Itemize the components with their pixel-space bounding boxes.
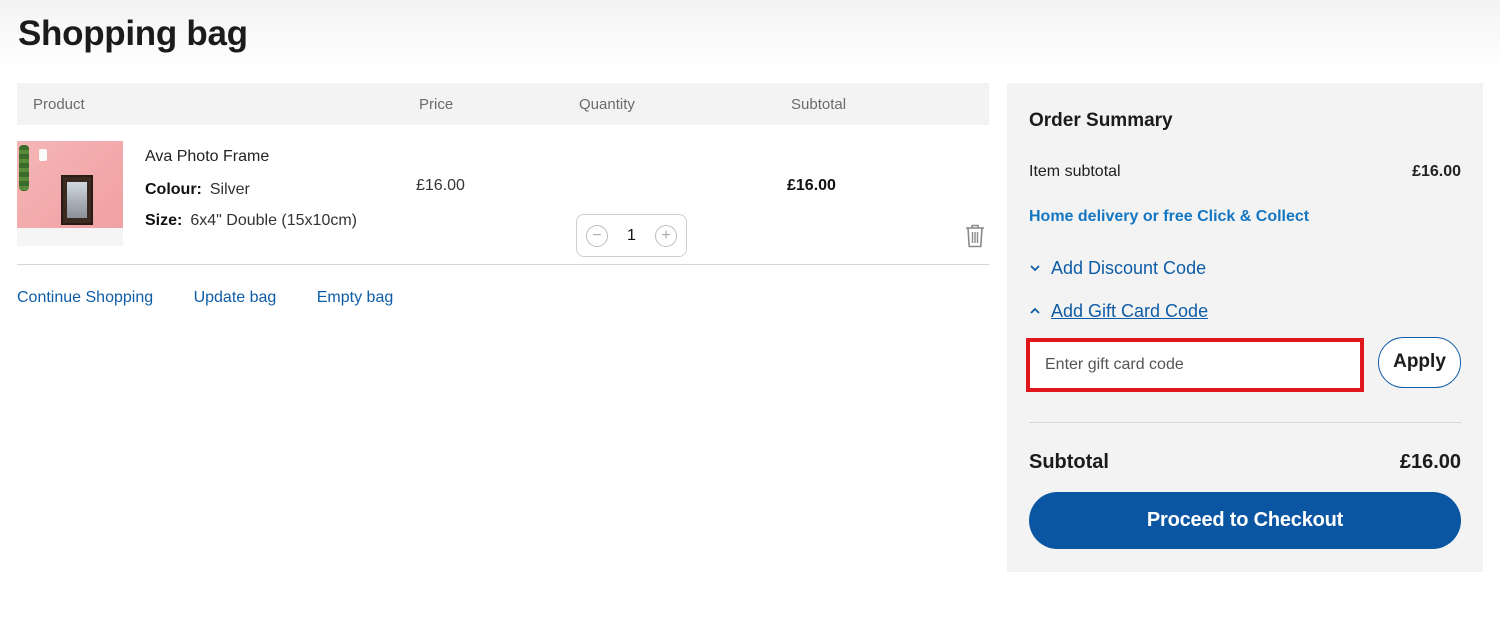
item-price: £16.00 — [416, 177, 465, 194]
product-colour: Colour: Silver — [145, 181, 250, 199]
continue-shopping-link[interactable]: Continue Shopping — [17, 289, 153, 306]
product-thumbnail[interactable] — [17, 141, 123, 246]
item-subtotal-value: £16.00 — [1412, 163, 1461, 180]
size-label: Size: — [145, 212, 183, 229]
subtotal-value: £16.00 — [1399, 451, 1461, 473]
colour-label: Colour: — [145, 181, 202, 198]
discount-code-toggle[interactable]: Add Discount Code — [1029, 258, 1206, 279]
chevron-up-icon — [1030, 307, 1040, 314]
item-subtotal-row: Item subtotal £16.00 — [1029, 163, 1461, 181]
subtotal-row: Subtotal £16.00 — [1029, 451, 1461, 474]
empty-bag-link[interactable]: Empty bag — [317, 289, 393, 306]
proceed-to-checkout-button[interactable]: Proceed to Checkout — [1029, 492, 1461, 549]
order-summary: Order Summary Item subtotal £16.00 Home … — [1007, 83, 1483, 572]
update-bag-link[interactable]: Update bag — [194, 289, 277, 306]
order-summary-title: Order Summary — [1029, 110, 1173, 131]
discount-code-label: Add Discount Code — [1051, 258, 1207, 278]
item-subtotal-label: Item subtotal — [1029, 163, 1121, 180]
cart-table: Product Price Quantity Subtotal Ava Phot… — [17, 83, 989, 265]
gift-card-label: Add Gift Card Code — [1051, 301, 1209, 321]
product-name-link[interactable]: Ava Photo Frame — [145, 148, 269, 166]
quantity-increase-button[interactable]: + — [655, 225, 677, 247]
chevron-down-icon — [1030, 265, 1040, 272]
header-product: Product — [33, 96, 85, 113]
summary-divider — [1029, 422, 1461, 423]
size-value: 6x4" Double (15x10cm) — [190, 212, 357, 229]
trash-icon[interactable] — [964, 223, 986, 249]
cart-actions: Continue Shopping Update bag Empty bag — [17, 289, 429, 307]
apply-gift-card-button[interactable]: Apply — [1378, 337, 1461, 388]
quantity-stepper: − 1 + — [576, 214, 687, 257]
cart-item-row: Ava Photo Frame Colour: Silver Size: 6x4" … — [17, 125, 989, 265]
product-size: Size: 6x4" Double (15x10cm) — [145, 212, 357, 230]
delivery-options-link[interactable]: Home delivery or free Click & Collect — [1029, 208, 1309, 226]
header-quantity: Quantity — [579, 96, 635, 113]
gift-card-toggle[interactable]: Add Gift Card Code — [1029, 301, 1208, 322]
header-price: Price — [419, 96, 454, 113]
gift-card-input[interactable] — [1026, 338, 1364, 392]
cart-header: Product Price Quantity Subtotal — [17, 83, 989, 125]
subtotal-label: Subtotal — [1029, 451, 1109, 473]
colour-value: Silver — [209, 181, 250, 198]
header-subtotal: Subtotal — [791, 96, 847, 113]
page-title: Shopping bag — [18, 14, 248, 53]
item-subtotal: £16.00 — [787, 177, 836, 194]
